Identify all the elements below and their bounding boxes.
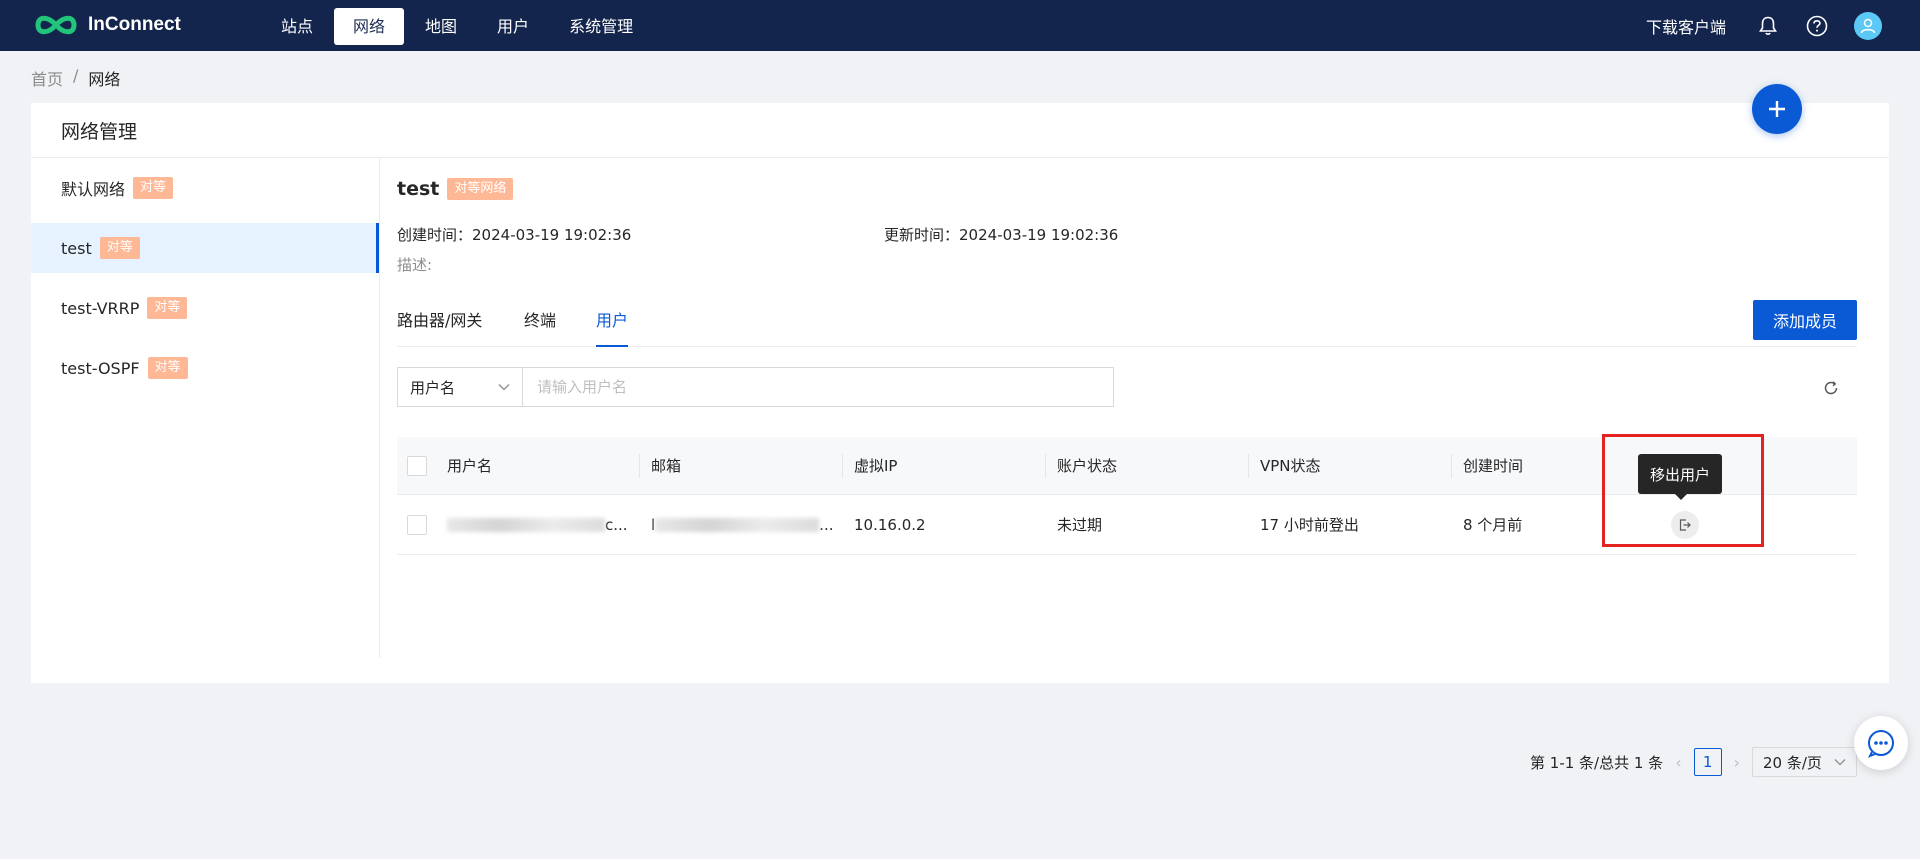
cell-created: 8 个月前 bbox=[1463, 516, 1523, 534]
pagination-summary: 第 1-1 条/总共 1 条 bbox=[1530, 753, 1664, 772]
tab-routers-gateways[interactable]: 路由器/网关 bbox=[397, 307, 482, 345]
updated-time: 更新时间：2024-03-19 19:02:36 bbox=[884, 224, 1118, 245]
redacted-text bbox=[447, 518, 605, 532]
user-search: 用户名 bbox=[397, 367, 1114, 407]
refresh-icon[interactable] bbox=[1819, 376, 1843, 400]
chevron-down-icon bbox=[498, 384, 510, 391]
nav-item-network[interactable]: 网络 bbox=[334, 8, 405, 45]
page-title: 网络管理 bbox=[31, 103, 1889, 158]
column-separator bbox=[1451, 454, 1452, 478]
network-type-tag: 对等 bbox=[147, 297, 188, 319]
cell-email: l... bbox=[651, 516, 833, 534]
created-time-value: 2024-03-19 19:02:36 bbox=[472, 226, 632, 244]
network-management-card: 网络管理 默认网络 对等 test 对等 test-VRRP 对等 test-O… bbox=[31, 103, 1889, 777]
help-icon[interactable] bbox=[1805, 14, 1829, 38]
nav-item-users[interactable]: 用户 bbox=[478, 8, 548, 45]
redacted-text bbox=[655, 518, 820, 532]
network-name: 默认网络 bbox=[61, 180, 126, 199]
table-row: c... l... 10.16.0.2 未过期 17 小时前登出 8 个月前 bbox=[397, 495, 1857, 555]
next-page-button[interactable]: › bbox=[1734, 753, 1740, 772]
nav-item-system[interactable]: 系统管理 bbox=[550, 8, 652, 45]
page-number-current[interactable]: 1 bbox=[1693, 748, 1722, 776]
logout-icon bbox=[1679, 519, 1691, 531]
add-member-button[interactable]: 添加成员 bbox=[1753, 300, 1857, 340]
cell-virtual-ip: 10.16.0.2 bbox=[854, 515, 926, 534]
top-nav: InConnect 站点 网络 地图 用户 系统管理 下载客户端 bbox=[0, 0, 1920, 51]
chat-support-button[interactable] bbox=[1854, 716, 1908, 770]
cell-username: c... bbox=[447, 516, 628, 534]
column-username: 用户名 bbox=[447, 457, 493, 475]
nav-item-map[interactable]: 地图 bbox=[406, 8, 476, 45]
network-detail-title: test 对等网络 bbox=[397, 178, 514, 200]
created-time-label: 创建时间： bbox=[397, 226, 473, 244]
cell-email-suffix: ... bbox=[819, 515, 834, 534]
updated-time-value: 2024-03-19 19:02:36 bbox=[959, 226, 1119, 244]
network-name: test-VRRP bbox=[61, 298, 140, 318]
plus-icon bbox=[1769, 101, 1785, 117]
network-item-test-ospf[interactable]: test-OSPF 对等 bbox=[31, 343, 379, 393]
network-detail-name: test bbox=[397, 178, 440, 200]
remove-user-tooltip: 移出用户 bbox=[1638, 454, 1722, 500]
chevron-down-icon bbox=[1834, 759, 1846, 766]
breadcrumb-separator: / bbox=[73, 66, 79, 85]
page-size-select[interactable]: 20 条/页 bbox=[1752, 747, 1857, 777]
breadcrumb: 首页 / 网络 bbox=[31, 66, 120, 90]
row-checkbox[interactable] bbox=[407, 514, 427, 535]
download-client-link[interactable]: 下载客户端 bbox=[1646, 14, 1726, 38]
cell-username-suffix: c... bbox=[605, 515, 628, 534]
created-time: 创建时间：2024-03-19 19:02:36 bbox=[397, 224, 631, 245]
search-field-value: 用户名 bbox=[410, 378, 456, 397]
network-item-test-vrrp[interactable]: test-VRRP 对等 bbox=[31, 283, 379, 333]
network-type-tag: 对等 bbox=[99, 237, 140, 259]
prev-page-button[interactable]: ‹ bbox=[1675, 753, 1681, 772]
network-name: test bbox=[61, 238, 92, 258]
column-email: 邮箱 bbox=[651, 457, 682, 475]
column-separator bbox=[1248, 454, 1249, 478]
tab-users[interactable]: 用户 bbox=[596, 307, 629, 347]
pagination: 第 1-1 条/总共 1 条 ‹ 1 › 20 条/页 bbox=[1530, 747, 1857, 777]
column-separator bbox=[1045, 454, 1046, 478]
column-separator bbox=[639, 454, 640, 478]
cell-account-status: 未过期 bbox=[1057, 516, 1103, 534]
remove-user-button[interactable] bbox=[1671, 511, 1699, 539]
user-avatar[interactable] bbox=[1854, 11, 1882, 40]
network-item-default[interactable]: 默认网络 对等 bbox=[31, 163, 379, 213]
tab-terminals[interactable]: 终端 bbox=[524, 307, 556, 345]
column-separator bbox=[842, 454, 843, 478]
updated-time-label: 更新时间： bbox=[884, 226, 960, 244]
select-all-checkbox[interactable] bbox=[407, 455, 427, 476]
chat-icon bbox=[1867, 730, 1894, 758]
breadcrumb-current: 网络 bbox=[88, 70, 121, 89]
column-vpn-status: VPN状态 bbox=[1260, 457, 1321, 475]
column-created: 创建时间 bbox=[1463, 457, 1524, 475]
detail-tabs: 路由器/网关 终端 用户 bbox=[397, 291, 1857, 347]
breadcrumb-home[interactable]: 首页 bbox=[31, 66, 63, 90]
search-field-select[interactable]: 用户名 bbox=[397, 367, 522, 407]
column-account-status: 账户状态 bbox=[1057, 457, 1118, 475]
network-item-test[interactable]: test 对等 bbox=[31, 223, 379, 273]
column-virtual-ip: 虚拟IP bbox=[854, 457, 898, 475]
network-type-tag: 对等 bbox=[147, 357, 188, 379]
add-network-button[interactable] bbox=[1752, 84, 1802, 134]
bell-icon[interactable] bbox=[1756, 14, 1780, 38]
search-input[interactable] bbox=[522, 367, 1114, 407]
logo[interactable]: InConnect bbox=[34, 12, 181, 38]
nav-right: 下载客户端 bbox=[1646, 0, 1920, 51]
main-nav: 站点 网络 地图 用户 系统管理 bbox=[262, 8, 654, 45]
brand-name: InConnect bbox=[88, 14, 181, 35]
cell-vpn-status: 17 小时前登出 bbox=[1260, 516, 1359, 534]
description-label: 描述: bbox=[397, 256, 433, 274]
network-detail-type-tag: 对等网络 bbox=[447, 178, 514, 200]
nav-item-sites[interactable]: 站点 bbox=[262, 8, 332, 45]
user-icon bbox=[1860, 18, 1876, 33]
page-size-value: 20 条/页 bbox=[1763, 753, 1822, 772]
network-type-tag: 对等 bbox=[133, 177, 174, 199]
logo-mark-icon bbox=[35, 15, 77, 35]
network-name: test-OSPF bbox=[61, 358, 140, 378]
network-list: 默认网络 对等 test 对等 test-VRRP 对等 test-OSPF 对… bbox=[31, 158, 380, 658]
